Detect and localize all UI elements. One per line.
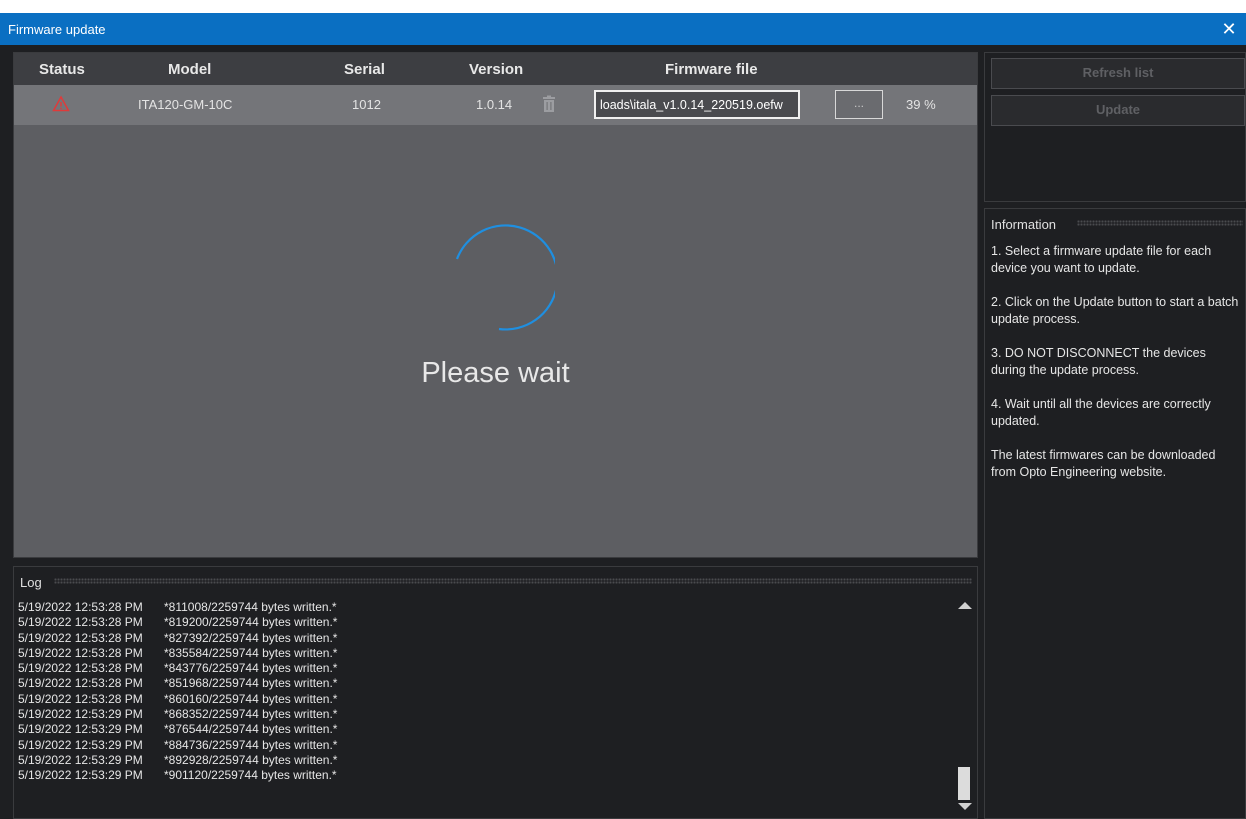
browse-button[interactable]: ... bbox=[835, 90, 883, 119]
information-panel: Information 1. Select a firmware update … bbox=[984, 208, 1246, 819]
log-line: 5/19/2022 12:53:28 PM *819200/2259744 byt… bbox=[14, 615, 944, 630]
column-header-status[interactable]: Status bbox=[39, 61, 85, 78]
log-line: 5/19/2022 12:53:28 PM *851968/2259744 byt… bbox=[14, 676, 944, 691]
log-line: 5/19/2022 12:53:29 PM *876544/2259744 byt… bbox=[14, 722, 944, 737]
device-grid: Status Model Serial Version Firmware fil… bbox=[13, 52, 978, 558]
scrollbar-thumb[interactable] bbox=[958, 767, 970, 800]
log-message: *876544/2259744 bytes written.* bbox=[164, 722, 338, 737]
log-panel: Log 5/19/2022 12:53:28 PM *811008/2259744… bbox=[13, 566, 978, 819]
title-bar[interactable]: Firmware update ✕ bbox=[0, 13, 1246, 45]
log-timestamp: 5/19/2022 12:53:29 PM bbox=[18, 722, 143, 737]
device-row[interactable]: ITA120-GM-10C 1012 1.0.14 loads\itala_v1… bbox=[14, 85, 977, 125]
update-button[interactable]: Update bbox=[991, 95, 1245, 126]
information-text: 1. Select a firmware update file for eac… bbox=[991, 243, 1241, 498]
window-title: Firmware update bbox=[8, 22, 106, 37]
log-message: *811008/2259744 bytes written.* bbox=[164, 600, 337, 614]
log-message: *901120/2259744 bytes written.* bbox=[164, 768, 337, 783]
log-timestamp: 5/19/2022 12:53:28 PM bbox=[18, 661, 143, 676]
grid-header: Status Model Serial Version Firmware fil… bbox=[14, 53, 977, 85]
log-line: 5/19/2022 12:53:28 PM *835584/2259744 byt… bbox=[14, 646, 944, 661]
cell-version: 1.0.14 bbox=[476, 97, 513, 112]
top-strip bbox=[0, 0, 1246, 13]
log-line: 5/19/2022 12:53:29 PM *901120/2259744 byt… bbox=[14, 768, 944, 783]
log-line: 5/19/2022 12:53:29 PM *892928/2259744 byt… bbox=[14, 753, 944, 768]
information-title: Information bbox=[991, 217, 1057, 232]
warning-triangle-icon bbox=[52, 95, 70, 112]
log-message: *843776/2259744 bytes written.* bbox=[164, 661, 338, 676]
log-timestamp: 5/19/2022 12:53:29 PM bbox=[18, 752, 143, 767]
loading-spinner-icon bbox=[455, 224, 555, 331]
log-title: Log bbox=[20, 575, 42, 590]
log-line: 5/19/2022 12:53:28 PM *860160/2259744 byt… bbox=[14, 692, 944, 707]
log-timestamp: 5/19/2022 12:53:28 PM bbox=[18, 691, 143, 706]
scroll-up-arrow-icon[interactable] bbox=[958, 602, 972, 609]
log-message: *827392/2259744 bytes written.* bbox=[164, 630, 338, 645]
column-header-serial[interactable]: Serial bbox=[344, 61, 385, 78]
scroll-down-arrow-icon[interactable] bbox=[958, 803, 972, 810]
info-step-4: 4. Wait until all the devices are correc… bbox=[991, 397, 1211, 428]
please-wait-text: Please wait bbox=[421, 357, 570, 389]
log-timestamp: 5/19/2022 12:53:29 PM bbox=[18, 737, 143, 752]
log-message: *819200/2259744 bytes written.* bbox=[164, 615, 338, 630]
log-timestamp: 5/19/2022 12:53:28 PM bbox=[18, 600, 143, 614]
column-header-firmware-file[interactable]: Firmware file bbox=[665, 61, 758, 78]
log-timestamp: 5/19/2022 12:53:28 PM bbox=[18, 676, 143, 691]
log-timestamp: 5/19/2022 12:53:28 PM bbox=[18, 615, 143, 630]
firmware-update-window: Firmware update ✕ Status Model Serial Ve… bbox=[0, 0, 1246, 819]
refresh-list-button[interactable]: Refresh list bbox=[991, 58, 1245, 89]
info-download-note: The latest firmwares can be downloaded f… bbox=[991, 448, 1216, 479]
log-timestamp: 5/19/2022 12:53:28 PM bbox=[18, 645, 143, 660]
log-line: 5/19/2022 12:53:29 PM *868352/2259744 byt… bbox=[14, 707, 944, 722]
grid-body: Please wait bbox=[14, 125, 977, 557]
action-panel: Refresh list Update bbox=[984, 52, 1246, 202]
log-timestamp: 5/19/2022 12:53:29 PM bbox=[18, 707, 143, 722]
log-lines: 5/19/2022 12:53:28 PM *811008/2259744 byt… bbox=[14, 600, 944, 784]
log-title-separator bbox=[54, 578, 972, 584]
log-line: 5/19/2022 12:53:29 PM *884736/2259744 byt… bbox=[14, 738, 944, 753]
log-line: 5/19/2022 12:53:28 PM *843776/2259744 byt… bbox=[14, 661, 944, 676]
info-step-3: 3. DO NOT DISCONNECT the devices during … bbox=[991, 346, 1206, 377]
log-line: 5/19/2022 12:53:28 PM *827392/2259744 byt… bbox=[14, 631, 944, 646]
info-step-2: 2. Click on the Update button to start a… bbox=[991, 295, 1239, 326]
column-header-version[interactable]: Version bbox=[469, 61, 523, 78]
log-message: *860160/2259744 bytes written.* bbox=[164, 691, 338, 706]
log-line: 5/19/2022 12:53:28 PM *811008/2259744 byt… bbox=[14, 600, 944, 615]
progress-percent: 39 % bbox=[906, 97, 936, 112]
info-step-1: 1. Select a firmware update file for eac… bbox=[991, 244, 1212, 275]
log-timestamp: 5/19/2022 12:53:29 PM bbox=[18, 768, 143, 783]
trash-icon[interactable] bbox=[542, 95, 556, 113]
log-message: *884736/2259744 bytes written.* bbox=[164, 737, 338, 752]
log-message: *835584/2259744 bytes written.* bbox=[164, 645, 338, 660]
log-message: *851968/2259744 bytes written.* bbox=[164, 676, 338, 691]
close-icon[interactable]: ✕ bbox=[1218, 18, 1240, 40]
cell-serial: 1012 bbox=[352, 97, 381, 112]
log-message: *892928/2259744 bytes written.* bbox=[164, 752, 338, 767]
firmware-file-field[interactable]: loads\itala_v1.0.14_220519.oefw bbox=[594, 90, 800, 119]
cell-model: ITA120-GM-10C bbox=[138, 97, 233, 112]
log-message: *868352/2259744 bytes written.* bbox=[164, 707, 338, 722]
column-header-model[interactable]: Model bbox=[168, 61, 211, 78]
log-timestamp: 5/19/2022 12:53:28 PM bbox=[18, 630, 143, 645]
information-title-separator bbox=[1077, 220, 1243, 226]
